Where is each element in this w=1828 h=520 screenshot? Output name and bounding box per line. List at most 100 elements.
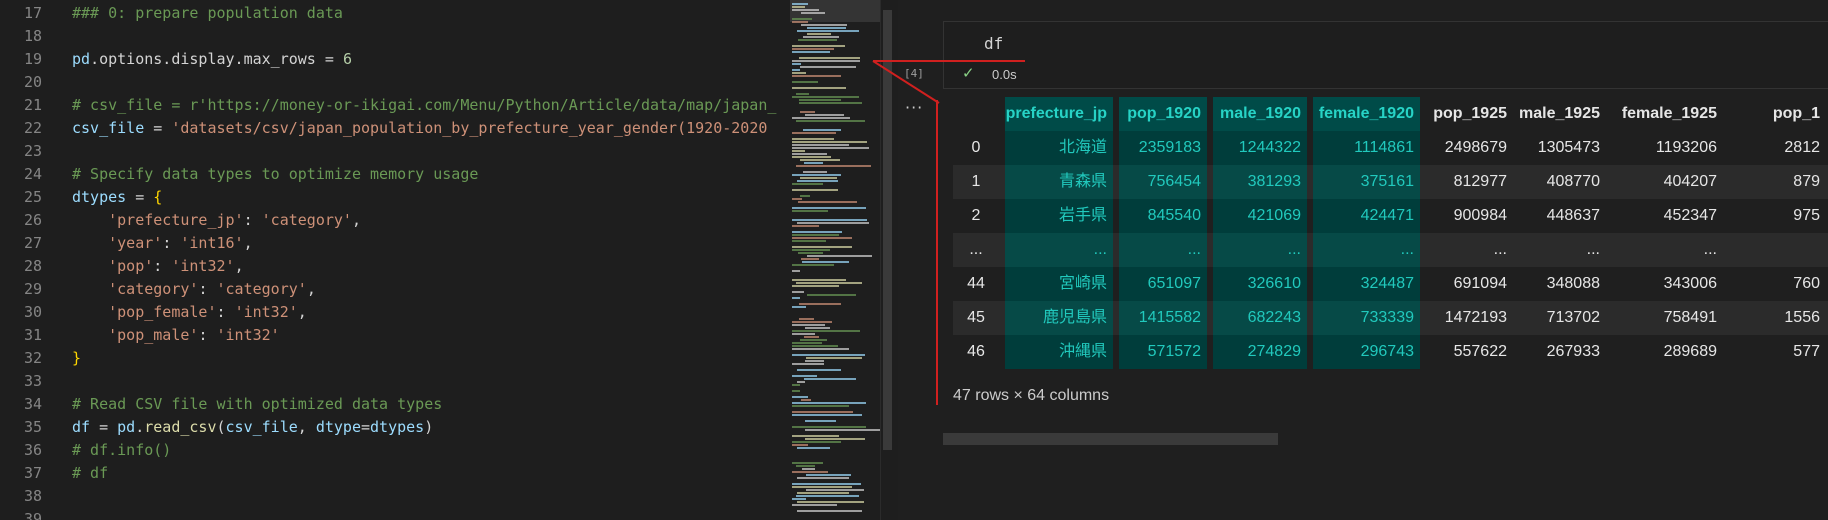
line-code[interactable]: # df xyxy=(72,462,108,485)
code-line[interactable]: 30 'pop_female': 'int32', xyxy=(0,301,790,324)
code-line[interactable]: 26 'prefecture_jp': 'category', xyxy=(0,209,790,232)
table-cell: 326610 xyxy=(1213,267,1307,301)
code-token: : xyxy=(243,211,262,229)
line-code[interactable]: # Read CSV file with optimized data type… xyxy=(72,393,442,416)
code-line[interactable]: 21 # csv_file = r'https://money-or-ikigai… xyxy=(0,94,790,117)
table-cell: 756454 xyxy=(1119,165,1207,199)
cell-code[interactable]: df xyxy=(984,34,1003,53)
line-code[interactable]: 'category': 'category', xyxy=(72,278,316,301)
row-index: 46 xyxy=(967,343,985,360)
minimap-line xyxy=(805,438,865,440)
minimap-line xyxy=(806,357,862,359)
code-line[interactable]: 25 dtypes = { xyxy=(0,186,790,209)
minimap-line xyxy=(792,375,817,377)
more-icon[interactable]: ··· xyxy=(905,98,923,117)
table-cell: ... xyxy=(1213,233,1307,267)
code-line[interactable]: 18 xyxy=(0,25,790,48)
code-token: ( xyxy=(216,418,226,436)
line-code[interactable]: csv_file = 'datasets/csv/japan_populatio… xyxy=(72,117,767,140)
code-token: csv_file xyxy=(225,418,298,436)
minimap-line xyxy=(800,177,837,179)
code-line[interactable]: 39 xyxy=(0,508,790,520)
code-line[interactable]: 29 'category': 'category', xyxy=(0,278,790,301)
minimap-line xyxy=(792,462,823,464)
table-cell: 758491 xyxy=(1663,309,1717,326)
minimap-line xyxy=(792,411,853,413)
line-code[interactable]: # csv_file = r'https://money-or-ikigai.c… xyxy=(72,94,776,117)
code-line[interactable]: 33 xyxy=(0,370,790,393)
line-code[interactable]: # Specify data types to optimize memory … xyxy=(72,163,478,186)
table-cell: 青森県 xyxy=(1005,165,1113,199)
line-code[interactable]: df = pd.read_csv(csv_file, dtype=dtypes) xyxy=(72,416,433,439)
line-code[interactable]: pd.options.display.max_rows = 6 xyxy=(72,48,352,71)
code-line[interactable]: 36 # df.info() xyxy=(0,439,790,462)
line-code[interactable]: # df.info() xyxy=(72,439,171,462)
output-horizontal-scrollbar[interactable] xyxy=(943,433,1278,445)
line-code[interactable]: 'prefecture_jp': 'category', xyxy=(72,209,361,232)
code-token: ) xyxy=(424,418,434,436)
line-code[interactable]: 'pop_male': 'int32' xyxy=(72,324,280,347)
cell-input[interactable]: df ✓ 0.0s xyxy=(943,21,1828,89)
minimap-line xyxy=(792,189,838,191)
minimap-line xyxy=(792,333,815,335)
code-line[interactable]: 23 xyxy=(0,140,790,163)
minimap-line xyxy=(792,141,867,143)
code-token: : xyxy=(216,303,235,321)
minimap-line xyxy=(796,282,862,284)
table-cell: 408770 xyxy=(1546,173,1600,190)
line-number: 38 xyxy=(23,487,42,505)
minimap-line xyxy=(792,45,845,47)
line-number: 25 xyxy=(23,188,42,206)
code-line[interactable]: 38 xyxy=(0,485,790,508)
minimap-line xyxy=(804,336,819,338)
code-line[interactable]: 20 xyxy=(0,71,790,94)
table-cell: 812977 xyxy=(1453,173,1507,190)
code-line[interactable]: 17 ### 0: prepare population data xyxy=(0,2,790,25)
code-line[interactable]: 37 # df xyxy=(0,462,790,485)
minimap-line xyxy=(792,486,852,488)
minimap-line xyxy=(792,270,800,272)
minimap-line xyxy=(792,225,819,227)
notebook-panel: df ✓ 0.0s [4] ··· prefecture_jp pop_1920 m… xyxy=(898,0,1828,520)
code-token: 'pop_male' xyxy=(72,326,199,344)
minimap-line xyxy=(792,504,837,506)
code-token: , xyxy=(306,280,316,298)
code-line[interactable]: 31 'pop_male': 'int32' xyxy=(0,324,790,347)
minimap-line xyxy=(792,198,802,200)
code-line[interactable]: 32} xyxy=(0,347,790,370)
table-cell: 404207 xyxy=(1663,173,1717,190)
minimap-line xyxy=(792,174,841,176)
column-header: pop_1925 xyxy=(1433,105,1507,122)
minimap[interactable] xyxy=(790,0,881,520)
code-line[interactable]: 24 # Specify data types to optimize memor… xyxy=(0,163,790,186)
execution-count: [4] xyxy=(904,67,924,80)
minimap-line xyxy=(799,318,814,320)
line-code[interactable]: } xyxy=(72,347,81,370)
code-line[interactable]: 28 'pop': 'int32', xyxy=(0,255,790,278)
editor-scrollbar[interactable] xyxy=(880,0,895,520)
line-number: 36 xyxy=(23,441,42,459)
minimap-line xyxy=(800,195,810,197)
table-cell: 2359183 xyxy=(1119,131,1207,165)
code-line[interactable]: 22 csv_file = 'datasets/csv/japan_populat… xyxy=(0,117,790,140)
line-code[interactable]: 'year': 'int16', xyxy=(72,232,253,255)
code-editor[interactable]: 17 ### 0: prepare population data 18 19 pd.o… xyxy=(0,0,790,520)
editor-scrollbar-thumb[interactable] xyxy=(883,10,892,450)
code-line[interactable]: 35 df = pd.read_csv(csv_file, dtype=dtype… xyxy=(0,416,790,439)
code-line[interactable]: 19 pd.options.display.max_rows = 6 xyxy=(0,48,790,71)
code-line[interactable]: 34 # Read CSV file with optimized data ty… xyxy=(0,393,790,416)
line-number: 32 xyxy=(23,349,42,367)
minimap-line xyxy=(792,345,838,347)
minimap-line xyxy=(798,201,857,203)
line-code[interactable]: 'pop_female': 'int32', xyxy=(72,301,307,324)
line-code[interactable]: ### 0: prepare population data xyxy=(72,2,343,25)
table-cell: 296743 xyxy=(1313,335,1420,369)
line-code[interactable]: 'pop': 'int32', xyxy=(72,255,243,278)
row-index: 1 xyxy=(971,173,981,190)
code-token: 'int32' xyxy=(234,303,298,321)
minimap-line xyxy=(792,441,841,443)
table-row: 46 沖縄県 571572 274829 296743 557622 267933 28968… xyxy=(953,335,1828,369)
line-code[interactable]: dtypes = { xyxy=(72,186,162,209)
code-line[interactable]: 27 'year': 'int16', xyxy=(0,232,790,255)
minimap-line xyxy=(807,294,856,296)
